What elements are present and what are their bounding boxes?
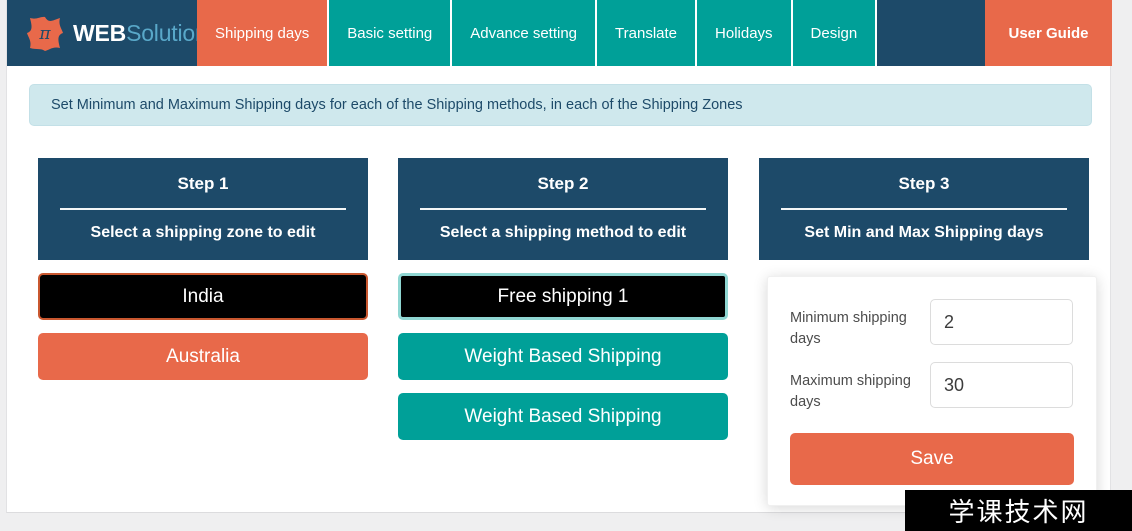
app-screenshot: π WEBSolution Shipping days Basic settin…	[0, 0, 1132, 531]
step-3-description: Set Min and Max Shipping days	[804, 224, 1044, 241]
maximum-shipping-days-input[interactable]	[930, 362, 1073, 408]
step-divider	[420, 208, 706, 210]
step-divider	[60, 208, 346, 210]
step-3-column: Step 3 Set Min and Max Shipping days	[759, 158, 1089, 260]
user-guide-button[interactable]: User Guide	[985, 0, 1112, 66]
step-3-card: Step 3 Set Min and Max Shipping days	[759, 158, 1089, 260]
minimum-shipping-days-label: Minimum shipping days	[790, 310, 907, 347]
method-button-free-shipping-1[interactable]: Free shipping 1	[398, 273, 728, 320]
step-3-title: Step 3	[898, 174, 950, 193]
zone-label: Australia	[166, 345, 240, 367]
maximum-shipping-days-label: Maximum shipping days	[790, 373, 911, 410]
step-divider	[781, 208, 1067, 210]
save-button-label: Save	[910, 448, 954, 469]
tab-advance-setting[interactable]: Advance setting	[450, 0, 596, 66]
tab-design[interactable]: Design	[790, 0, 876, 66]
app-panel: π WEBSolution Shipping days Basic settin…	[6, 0, 1112, 513]
tab-label: Advance setting	[470, 24, 578, 42]
watermark-text: 学课技术网	[948, 498, 1089, 528]
user-guide-label: User Guide	[1008, 24, 1089, 42]
method-button-weight-based-shipping-2[interactable]: Weight Based Shipping	[398, 393, 728, 440]
brand-name: WEBSolution	[73, 20, 208, 47]
method-label: Free shipping 1	[497, 285, 629, 307]
info-banner: Set Minimum and Maximum Shipping days fo…	[29, 84, 1092, 126]
method-label: Weight Based Shipping	[464, 345, 662, 367]
zone-button-india[interactable]: India	[38, 273, 368, 320]
svg-text:π: π	[38, 24, 51, 44]
tab-basic-setting[interactable]: Basic setting	[327, 0, 451, 66]
navbar-spacer	[875, 0, 985, 66]
tab-label: Basic setting	[347, 24, 433, 42]
tab-label: Design	[810, 24, 858, 42]
save-button[interactable]: Save	[790, 433, 1074, 485]
method-label: Weight Based Shipping	[464, 405, 662, 427]
watermark: 学课技术网	[905, 490, 1132, 531]
step-1-title: Step 1	[177, 174, 229, 193]
minimum-shipping-days-row: Minimum shipping days	[790, 299, 1074, 350]
tab-label: Shipping days	[215, 24, 310, 42]
zone-button-australia[interactable]: Australia	[38, 333, 368, 380]
zone-label: India	[182, 285, 224, 307]
step-2-card: Step 2 Select a shipping method to edit	[398, 158, 728, 260]
step-1-description: Select a shipping zone to edit	[90, 224, 316, 241]
step-2-column: Step 2 Select a shipping method to edit …	[398, 158, 728, 440]
tab-label: Translate	[615, 24, 678, 42]
tab-holidays[interactable]: Holidays	[695, 0, 791, 66]
method-button-weight-based-shipping-1[interactable]: Weight Based Shipping	[398, 333, 728, 380]
brand-name-light: Solution	[126, 19, 208, 46]
tab-label: Holidays	[715, 24, 773, 42]
pi-star-logo-icon: π	[25, 13, 65, 53]
step-2-title: Step 2	[537, 174, 589, 193]
minimum-shipping-days-input[interactable]	[930, 299, 1073, 345]
shipping-days-settings-card: Minimum shipping days Maximum shipping d…	[767, 276, 1097, 506]
maximum-shipping-days-row: Maximum shipping days	[790, 362, 1074, 413]
brand-logo-area[interactable]: π WEBSolution	[7, 0, 208, 66]
step-1-card: Step 1 Select a shipping zone to edit	[38, 158, 368, 260]
top-navbar: π WEBSolution Shipping days Basic settin…	[7, 0, 1112, 66]
tab-shipping-days[interactable]: Shipping days	[197, 0, 328, 66]
step-2-description: Select a shipping method to edit	[439, 224, 687, 241]
step-1-column: Step 1 Select a shipping zone to edit In…	[38, 158, 368, 380]
info-banner-text: Set Minimum and Maximum Shipping days fo…	[51, 97, 743, 113]
tab-translate[interactable]: Translate	[595, 0, 696, 66]
brand-name-bold: WEB	[73, 19, 127, 46]
